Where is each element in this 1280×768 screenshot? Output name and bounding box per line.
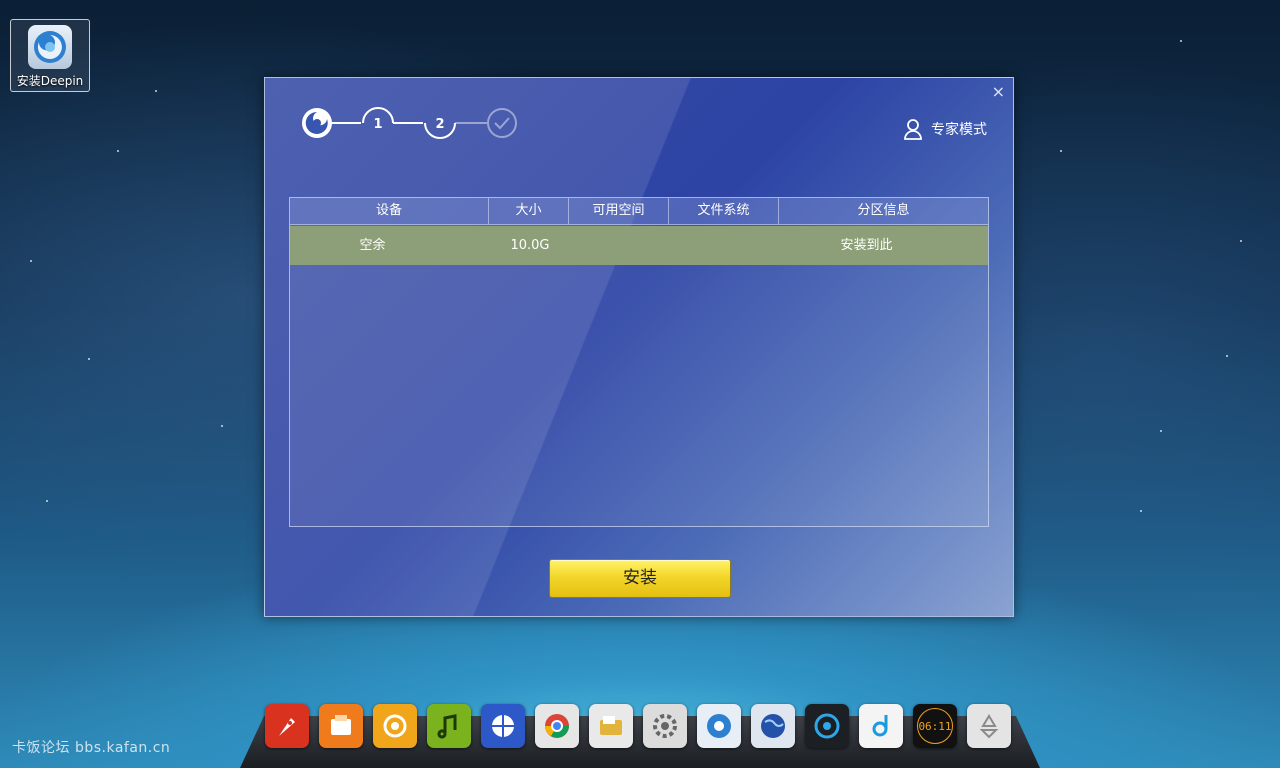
column-header-device[interactable]: 设备 — [290, 198, 489, 224]
folder-icon — [595, 710, 627, 742]
desktop-icon-label: 安装Deepin — [16, 74, 84, 88]
cell-partition-info: 安装到此 — [840, 238, 893, 253]
swirl-icon — [379, 710, 411, 742]
install-button[interactable]: 安装 — [549, 559, 731, 598]
recycle-icon — [973, 710, 1005, 742]
dock-item-package-installer[interactable] — [319, 704, 363, 748]
column-header-partition-info[interactable]: 分区信息 — [779, 198, 988, 224]
cell-size: 10.0G — [510, 238, 550, 253]
column-header-filesystem[interactable]: 文件系统 — [669, 198, 779, 224]
music-note-icon — [433, 710, 465, 742]
expert-mode-label: 专家模式 — [931, 122, 987, 138]
earth-icon — [757, 710, 789, 742]
column-header-free-space[interactable]: 可用空间 — [569, 198, 669, 224]
step-2-label: 2 — [435, 117, 444, 132]
step-1-label: 1 — [373, 117, 382, 132]
column-header-size[interactable]: 大小 — [489, 198, 569, 224]
clock-icon: 06:11 — [917, 708, 953, 744]
globe-icon — [487, 710, 519, 742]
rocket-icon — [271, 710, 303, 742]
media-icon — [811, 710, 843, 742]
partition-table: 设备 大小 可用空间 文件系统 分区信息 空余 10.0G 安装到此 — [289, 197, 989, 527]
close-button[interactable]: × — [992, 82, 1005, 101]
dock-item-chrome[interactable] — [535, 704, 579, 748]
dock-item-clock[interactable]: 06:11 — [913, 704, 957, 748]
gear-icon — [649, 710, 681, 742]
cell-filesystem — [695, 226, 745, 265]
chrome-icon — [541, 710, 573, 742]
step-1: 1 — [362, 107, 394, 132]
step-2: 2 — [424, 117, 456, 139]
step-progress: 1 2 — [302, 107, 517, 139]
dock-item-deepin-music[interactable] — [859, 704, 903, 748]
dock-item-browser-3d[interactable] — [481, 704, 525, 748]
cell-device: 空余 — [359, 238, 386, 253]
cell-free-space — [605, 226, 695, 265]
dock-item-trash[interactable] — [967, 704, 1011, 748]
d-music-icon — [865, 710, 897, 742]
desktop-icon-install-deepin[interactable]: 安装Deepin — [10, 19, 90, 92]
check-icon — [487, 108, 517, 138]
deepin-installer-icon — [28, 25, 72, 69]
deepin-logo-icon — [703, 710, 735, 742]
dock-item-file-manager[interactable] — [589, 704, 633, 748]
package-icon — [325, 710, 357, 742]
dock-item-system-settings[interactable] — [643, 704, 687, 748]
dock-item-deepin-installer[interactable] — [697, 704, 741, 748]
expert-mode-button[interactable]: 专家模式 — [903, 118, 987, 140]
installer-window: × 1 2 专家模式 设备 大小 可用空间 文件系统 分区信息 空余 10.0G… — [264, 77, 1014, 617]
table-header: 设备 大小 可用空间 文件系统 分区信息 — [290, 198, 988, 225]
dock-item-earth-browser[interactable] — [751, 704, 795, 748]
deepin-logo-icon — [302, 108, 332, 138]
watermark: 卡饭论坛 bbs.kafan.cn — [12, 740, 171, 756]
dock-item-launcher[interactable] — [265, 704, 309, 748]
user-icon — [904, 119, 922, 140]
table-row[interactable]: 空余 10.0G 安装到此 — [290, 226, 988, 265]
dock-item-deepin-store[interactable] — [373, 704, 417, 748]
dock-item-media-player[interactable] — [805, 704, 849, 748]
dock-item-music-player[interactable] — [427, 704, 471, 748]
dock: 06:11 — [265, 704, 1011, 748]
